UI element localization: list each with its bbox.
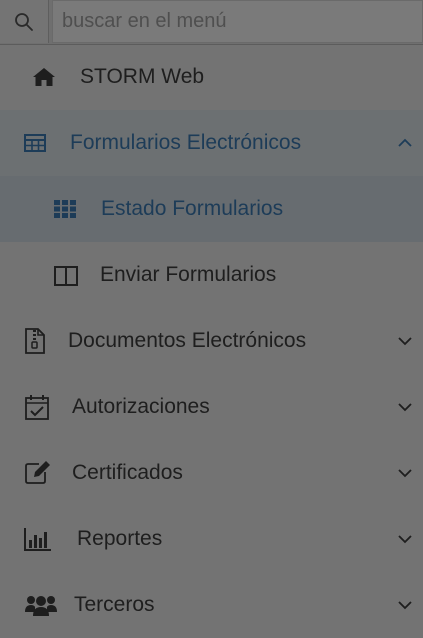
submenu-item-estado-formularios[interactable]: Estado Formularios	[0, 176, 423, 242]
chevron-down-icon[interactable]	[397, 333, 413, 349]
zip-file-icon	[25, 328, 45, 354]
menu-item-autorizaciones[interactable]: Autorizaciones	[0, 374, 423, 440]
menu-item-terceros[interactable]: Terceros	[0, 572, 423, 638]
menu-search-bar	[0, 0, 423, 45]
edit-icon	[25, 460, 51, 484]
calendar-check-icon	[25, 394, 49, 420]
chevron-down-icon[interactable]	[397, 465, 413, 481]
menu-item-documentos-electronicos[interactable]: Documentos Electrónicos	[0, 308, 423, 374]
table-icon	[24, 134, 46, 152]
menu-item-reportes[interactable]: Reportes	[0, 506, 423, 572]
columns-icon	[54, 266, 78, 286]
menu-item-label: Formularios Electrónicos	[70, 131, 302, 154]
menu-item-formularios-electronicos[interactable]: Formularios Electrónicos	[0, 110, 423, 176]
chevron-down-icon[interactable]	[397, 597, 413, 613]
menu-item-storm-web[interactable]: STORM Web	[0, 44, 423, 110]
menu-search-input[interactable]	[52, 0, 423, 43]
sidebar-menu: STORM Web Formularios Electrónicos Estad…	[0, 44, 423, 638]
menu-item-label: Documentos Electrónicos	[68, 329, 307, 352]
menu-item-label: STORM Web	[80, 65, 205, 88]
bar-chart-icon	[24, 527, 52, 551]
submenu-item-label: Estado Formularios	[101, 197, 284, 220]
menu-group-formularios: Formularios Electrónicos Estado Formular…	[0, 110, 423, 242]
menu-item-label: Certificados	[72, 461, 183, 484]
menu-item-label: Reportes	[77, 527, 163, 550]
users-icon	[24, 594, 58, 616]
home-icon	[32, 67, 56, 87]
menu-item-certificados[interactable]: Certificados	[0, 440, 423, 506]
grid-icon	[54, 200, 76, 218]
chevron-up-icon[interactable]	[397, 135, 413, 151]
chevron-down-icon[interactable]	[397, 531, 413, 547]
submenu-item-enviar-formularios[interactable]: Enviar Formularios	[0, 242, 423, 308]
submenu-item-label: Enviar Formularios	[100, 263, 277, 286]
search-icon	[15, 12, 33, 31]
search-button[interactable]	[0, 0, 49, 43]
menu-item-label: Terceros	[74, 593, 155, 616]
menu-item-label: Autorizaciones	[72, 395, 210, 418]
chevron-down-icon[interactable]	[397, 399, 413, 415]
